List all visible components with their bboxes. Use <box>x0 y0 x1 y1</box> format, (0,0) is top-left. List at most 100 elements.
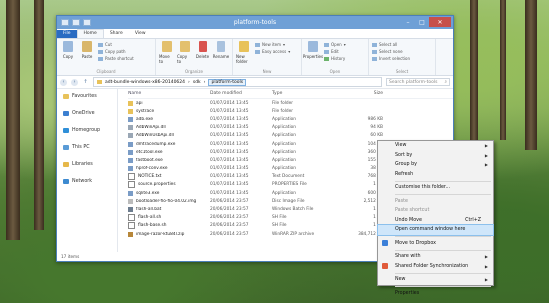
menu-item-view[interactable]: View ▶ <box>378 141 493 151</box>
nav-item-libraries[interactable]: Libraries <box>57 160 117 169</box>
select-all-button[interactable]: Select all <box>372 42 410 47</box>
file-row[interactable]: AdbWinApi.dll 01/07/2014 13:45 Application… <box>128 124 453 132</box>
file-name: sqlite3.exe <box>136 190 160 196</box>
txt-file-icon <box>128 214 135 222</box>
file-date: 01/07/2014 13:45 <box>210 100 249 106</box>
file-type: Application <box>272 157 297 163</box>
tab-share[interactable]: Share <box>104 30 129 38</box>
file-date: 20/06/2014 23:57 <box>210 207 249 213</box>
address-bar[interactable]: adt-bundle-windows-x86-20140624 › sdk › pl… <box>93 77 382 87</box>
menu-item-paste[interactable]: Paste <box>378 197 493 207</box>
file-date: 01/07/2014 13:45 <box>210 157 249 163</box>
file-date: 01/07/2014 13:45 <box>210 190 249 196</box>
cut-button[interactable]: Cut <box>98 42 134 47</box>
back-button[interactable]: ‹ <box>60 78 67 86</box>
submenu-arrow-icon: ▶ <box>484 162 488 168</box>
column-date-modified[interactable]: Date modified <box>210 91 272 96</box>
column-type[interactable]: Type <box>272 91 338 96</box>
txt-file-icon <box>128 181 135 189</box>
column-name[interactable]: Name <box>128 91 210 96</box>
menu-item-undo-move[interactable]: Undo Move Ctrl+Z <box>378 216 493 226</box>
select-none-button[interactable]: Select none <box>372 49 410 54</box>
tab-view[interactable]: View <box>129 30 152 38</box>
easy-access-button[interactable]: Easy access ▾ <box>255 49 290 54</box>
select-group: Select all Select none Invert selection … <box>369 39 436 75</box>
img-file-icon <box>128 198 133 204</box>
file-row[interactable]: systrace 01/07/2014 13:45 File folder <box>128 107 453 115</box>
menu-item-group-by[interactable]: Group by ▶ <box>378 160 493 170</box>
menu-item-sort-by[interactable]: Sort by ▶ <box>378 151 493 161</box>
nav-item-homegroup[interactable]: Homegroup <box>57 126 117 135</box>
submenu-arrow-icon: ▶ <box>484 152 488 158</box>
open-icon <box>324 42 329 47</box>
menu-item-open-command-window-here[interactable]: Open command window here <box>377 224 494 236</box>
favourites-icon <box>63 94 69 99</box>
history-button[interactable]: History <box>324 56 346 61</box>
menu-item-move-to-dropbox[interactable]: Move to Dropbox <box>378 239 493 249</box>
paste-icon <box>82 41 92 52</box>
file-size: 986 KB <box>367 116 383 122</box>
file-date: 01/07/2014 13:45 <box>210 166 249 172</box>
status-bar-count: 17 items <box>61 254 80 259</box>
menu-item-new[interactable]: New ▶ <box>378 275 493 285</box>
column-size[interactable]: Size <box>338 91 383 96</box>
breadcrumb-item[interactable]: adt-bundle-windows-x86-20140624 <box>105 80 185 85</box>
tab-file[interactable]: File <box>57 30 77 38</box>
close-button[interactable]: ✕ <box>429 17 451 27</box>
paste-shortcut-button[interactable]: Paste shortcut <box>98 56 134 61</box>
file-date: 01/07/2014 13:45 <box>210 174 249 180</box>
file-type: WinRAR ZIP archive <box>272 231 315 237</box>
invert-selection-button[interactable]: Invert selection <box>372 56 410 61</box>
file-list-header: Name Date modified Type Size <box>128 89 453 99</box>
up-button[interactable]: ↑ <box>82 79 89 86</box>
nav-item-network[interactable]: Network <box>57 177 117 186</box>
file-type: Disc Image File <box>272 198 305 204</box>
window-title: platform-tools <box>233 19 277 26</box>
file-type: Text Document <box>272 174 305 180</box>
open-button[interactable]: Open ▾ <box>324 42 346 47</box>
breadcrumb-current[interactable]: platform-tools <box>208 78 247 86</box>
file-row[interactable]: api 01/07/2014 13:45 File folder <box>128 99 453 107</box>
move-to-dropbox-icon <box>382 240 388 247</box>
ribbon: Copy Paste Cut Copy path Paste shortcut … <box>57 39 453 76</box>
submenu-arrow-icon: ▶ <box>484 254 488 260</box>
new-item-button[interactable]: New item ▾ <box>255 42 290 47</box>
forward-button[interactable]: › <box>71 78 78 86</box>
new-item-icon <box>255 42 260 47</box>
menu-separator <box>395 236 491 237</box>
minimize-button[interactable]: – <box>401 17 415 27</box>
organize-group-label: Organize <box>185 69 203 74</box>
menu-item-properties[interactable]: Properties <box>378 289 493 299</box>
menu-item-paste-shortcut[interactable]: Paste shortcut <box>378 206 493 216</box>
nav-item-this-pc[interactable]: This PC <box>57 143 117 152</box>
edit-button[interactable]: Edit <box>324 49 346 54</box>
file-row[interactable]: adb.exe 01/07/2014 13:45 Application 986 KB <box>128 115 453 123</box>
copy-to-icon <box>179 41 190 52</box>
file-row[interactable]: AdbWinUsbApi.dll 01/07/2014 13:45 Applicat… <box>128 132 453 140</box>
clipboard-group-label: Clipboard <box>96 69 116 74</box>
file-name: adb.exe <box>136 116 154 122</box>
open-group-label: Open <box>329 69 341 74</box>
copy-path-button[interactable]: Copy path <box>98 49 134 54</box>
menu-item-share-with[interactable]: Share with ▶ <box>378 252 493 262</box>
file-type: Windows Batch File <box>272 207 314 213</box>
menu-item-customise-this-folder[interactable]: Customise this folder... <box>378 183 493 193</box>
tree-trunk <box>34 0 44 230</box>
menu-item-refresh[interactable]: Refresh <box>378 170 493 180</box>
file-name: etc1tool.exe <box>136 149 163 155</box>
file-date: 01/07/2014 13:45 <box>210 125 249 131</box>
dll-file-icon <box>128 125 133 131</box>
file-name: bootloader-flo-flo-04.02.img <box>136 198 197 204</box>
nav-item-favourites[interactable]: Favourites <box>57 92 117 101</box>
menu-item-shared-folder-synchronization[interactable]: Shared Folder Synchronization ▶ <box>378 262 493 272</box>
file-name: image-razor-ktu84l.zip <box>136 231 185 237</box>
select-all-icon <box>372 42 377 47</box>
search-input[interactable]: Search platform-tools ⌕ <box>386 78 450 86</box>
tab-home[interactable]: Home <box>76 29 104 38</box>
breadcrumb-item[interactable]: sdk <box>193 80 201 85</box>
nav-item-onedrive[interactable]: OneDrive <box>57 109 117 118</box>
maximize-button[interactable]: □ <box>415 17 429 27</box>
new-group-label: New <box>262 69 272 74</box>
file-name: NOTICE.txt <box>138 174 162 180</box>
organize-group: Move to Copy to Delete Rename Organize <box>156 39 233 75</box>
